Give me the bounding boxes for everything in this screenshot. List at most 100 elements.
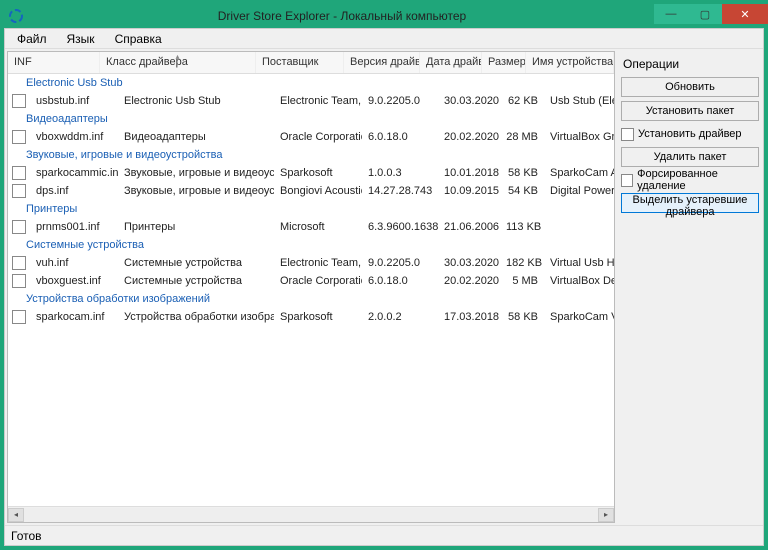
- row-checkbox[interactable]: [12, 274, 26, 288]
- row-checkbox[interactable]: [12, 130, 26, 144]
- scroll-left-icon[interactable]: ◂: [8, 508, 24, 522]
- force-delete-checkbox-row[interactable]: Форсированное удаление: [621, 171, 759, 189]
- row-checkbox[interactable]: [12, 220, 26, 234]
- cell-date: 20.02.2020: [438, 275, 500, 287]
- scroll-right-icon[interactable]: ▸: [598, 508, 614, 522]
- cell-provider: Sparkosoft: [274, 311, 362, 323]
- group-header[interactable]: Видеоадаптеры: [8, 110, 614, 128]
- table-row[interactable]: vboxwddm.infВидеоадаптерыOracle Corporat…: [8, 128, 614, 146]
- cell-device: VirtualBox Graphics Ac: [544, 131, 614, 143]
- header-date[interactable]: Дата драйвера: [420, 52, 482, 73]
- cell-version: 14.27.28.743: [362, 185, 438, 197]
- cell-size: 62 KB: [500, 95, 544, 107]
- column-headers: INF Класс драйвера Поставщик Версия драй…: [8, 52, 614, 74]
- table-row[interactable]: sparkocam.infУстройства обработки изобра…: [8, 308, 614, 326]
- app-icon: [8, 8, 24, 24]
- install-driver-checkbox-row[interactable]: Установить драйвер: [621, 125, 759, 143]
- cell-date: 21.06.2006: [438, 221, 500, 233]
- row-checkbox[interactable]: [12, 184, 26, 198]
- table-row[interactable]: sparkocammic.infЗвуковые, игровые и виде…: [8, 164, 614, 182]
- cell-class: Системные устройства: [118, 275, 274, 287]
- cell-provider: Electronic Team, Inc.: [274, 257, 362, 269]
- cell-inf: sparkocam.inf: [30, 311, 118, 323]
- delete-package-button[interactable]: Удалить пакет: [621, 147, 759, 167]
- cell-class: Системные устройства: [118, 257, 274, 269]
- cell-date: 30.03.2020: [438, 95, 500, 107]
- cell-inf: vuh.inf: [30, 257, 118, 269]
- cell-size: 5 MB: [500, 275, 544, 287]
- cell-version: 6.0.18.0: [362, 275, 438, 287]
- header-version[interactable]: Версия драйвера: [344, 52, 420, 73]
- menu-file[interactable]: Файл: [9, 30, 55, 48]
- cell-provider: Microsoft: [274, 221, 362, 233]
- cell-inf: sparkocammic.inf: [30, 167, 118, 179]
- window-title: Driver Store Explorer - Локальный компью…: [30, 9, 654, 23]
- cell-version: 6.3.9600.16384: [362, 221, 438, 233]
- header-class[interactable]: Класс драйвера: [100, 52, 256, 73]
- client-area: Файл Язык Справка INF Класс драйвера Пос…: [4, 28, 764, 546]
- refresh-button[interactable]: Обновить: [621, 77, 759, 97]
- scroll-track[interactable]: [24, 508, 598, 522]
- cell-device: Virtual Usb Hub: [544, 257, 614, 269]
- window-frame: Driver Store Explorer - Локальный компью…: [0, 0, 768, 550]
- menu-help[interactable]: Справка: [107, 30, 170, 48]
- row-checkbox[interactable]: [12, 256, 26, 270]
- table-row[interactable]: prnms001.infПринтерыMicrosoft6.3.9600.16…: [8, 218, 614, 236]
- minimize-button[interactable]: —: [654, 4, 688, 24]
- cell-date: 20.02.2020: [438, 131, 500, 143]
- operations-title: Операции: [621, 53, 759, 77]
- group-header[interactable]: Устройства обработки изображений: [8, 290, 614, 308]
- header-inf[interactable]: INF: [8, 52, 100, 73]
- cell-inf: prnms001.inf: [30, 221, 118, 233]
- driver-list[interactable]: Electronic Usb Stubusbstub.infElectronic…: [8, 74, 614, 506]
- group-header[interactable]: Electronic Usb Stub: [8, 74, 614, 92]
- status-text: Готов: [11, 529, 42, 543]
- cell-inf: vboxguest.inf: [30, 275, 118, 287]
- cell-device: Usb Stub (Electronic T: [544, 95, 614, 107]
- cell-class: Принтеры: [118, 221, 274, 233]
- cell-version: 1.0.0.3: [362, 167, 438, 179]
- row-checkbox[interactable]: [12, 166, 26, 180]
- cell-version: 9.0.2205.0: [362, 95, 438, 107]
- checkbox-icon[interactable]: [621, 174, 633, 187]
- select-old-drivers-button[interactable]: Выделить устаревшие драйвера: [621, 193, 759, 213]
- cell-size: 54 KB: [500, 185, 544, 197]
- header-device[interactable]: Имя устройства: [526, 52, 614, 73]
- table-row[interactable]: vuh.infСистемные устройстваElectronic Te…: [8, 254, 614, 272]
- cell-inf: usbstub.inf: [30, 95, 118, 107]
- checkbox-icon[interactable]: [621, 128, 634, 141]
- menubar: Файл Язык Справка: [5, 29, 763, 49]
- titlebar[interactable]: Driver Store Explorer - Локальный компью…: [4, 4, 764, 28]
- cell-device: VirtualBox Device: [544, 275, 614, 287]
- maximize-button[interactable]: ▢: [688, 4, 722, 24]
- table-row[interactable]: vboxguest.infСистемные устройстваOracle …: [8, 272, 614, 290]
- cell-size: 113 KB: [500, 221, 544, 233]
- cell-date: 10.09.2015: [438, 185, 500, 197]
- cell-version: 2.0.0.2: [362, 311, 438, 323]
- cell-inf: vboxwddm.inf: [30, 131, 118, 143]
- cell-provider: Oracle Corporation: [274, 131, 362, 143]
- close-button[interactable]: ✕: [722, 4, 768, 24]
- body: INF Класс драйвера Поставщик Версия драй…: [5, 49, 763, 525]
- header-provider[interactable]: Поставщик: [256, 52, 344, 73]
- cell-date: 10.01.2018: [438, 167, 500, 179]
- group-header[interactable]: Системные устройства: [8, 236, 614, 254]
- row-checkbox[interactable]: [12, 310, 26, 324]
- table-row[interactable]: usbstub.infElectronic Usb StubElectronic…: [8, 92, 614, 110]
- cell-device: SparkoCam Video: [544, 311, 614, 323]
- table-row[interactable]: dps.infЗвуковые, игровые и видеоустройст…: [8, 182, 614, 200]
- cell-class: Electronic Usb Stub: [118, 95, 274, 107]
- cell-size: 58 KB: [500, 311, 544, 323]
- cell-class: Звуковые, игровые и видеоустройства: [118, 167, 274, 179]
- header-size[interactable]: Размер: [482, 52, 526, 73]
- row-checkbox[interactable]: [12, 94, 26, 108]
- group-header[interactable]: Звуковые, игровые и видеоустройства: [8, 146, 614, 164]
- cell-size: 28 MB: [500, 131, 544, 143]
- menu-language[interactable]: Язык: [59, 30, 103, 48]
- cell-class: Устройства обработки изображений: [118, 311, 274, 323]
- horizontal-scrollbar[interactable]: ◂ ▸: [8, 506, 614, 522]
- install-package-button[interactable]: Установить пакет: [621, 101, 759, 121]
- driver-list-pane: INF Класс драйвера Поставщик Версия драй…: [7, 51, 615, 523]
- group-header[interactable]: Принтеры: [8, 200, 614, 218]
- operations-pane: Операции Обновить Установить пакет Устан…: [619, 51, 761, 523]
